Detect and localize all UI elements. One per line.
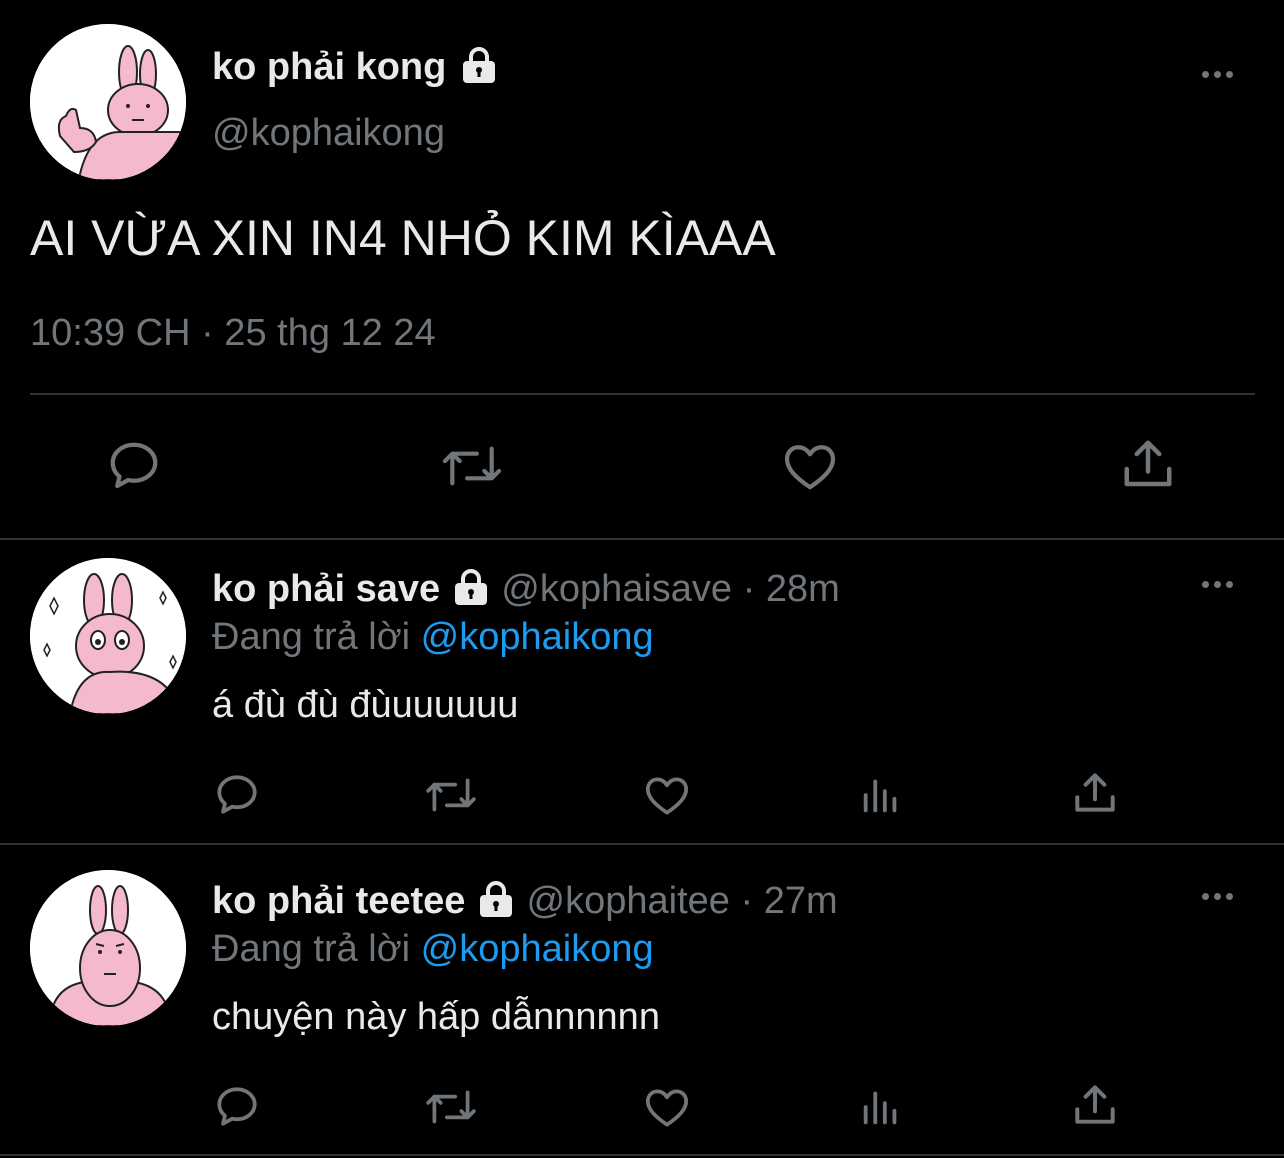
mention-link[interactable]: @kophaikong bbox=[421, 616, 654, 658]
tweet-timestamp[interactable]: 10:39 CH · 25 thg 12 24 bbox=[30, 310, 436, 356]
analytics-icon[interactable] bbox=[858, 772, 904, 818]
divider bbox=[0, 843, 1284, 845]
user-handle[interactable]: @kophaisave bbox=[501, 568, 732, 610]
avatar[interactable] bbox=[30, 24, 186, 180]
bunny-thumbs-up-avatar bbox=[30, 24, 186, 180]
reply-header: ko phải teetee @kophaitee · 27m bbox=[212, 878, 838, 924]
divider bbox=[30, 393, 1255, 395]
lock-icon bbox=[462, 47, 495, 83]
tweet-text: chuyện này hấp dẫnnnnnn bbox=[212, 996, 660, 1038]
share-icon[interactable] bbox=[1070, 768, 1120, 818]
tweet-time[interactable]: · 27m bbox=[741, 880, 838, 922]
display-name[interactable]: ko phải teetee bbox=[212, 880, 465, 922]
replying-to-label: Đang trả lời bbox=[212, 616, 411, 658]
share-icon[interactable] bbox=[1070, 1080, 1120, 1130]
tweet-text: AI VỪA XIN IN4 NHỎ KIM KÌAAA bbox=[30, 210, 776, 266]
replying-to-label: Đang trả lời bbox=[212, 928, 411, 970]
lock-icon bbox=[454, 569, 487, 605]
share-icon[interactable] bbox=[1118, 434, 1178, 494]
like-icon[interactable] bbox=[780, 436, 840, 496]
divider bbox=[0, 1154, 1284, 1156]
more-options-icon[interactable] bbox=[1202, 581, 1233, 588]
reply-icon[interactable] bbox=[104, 436, 164, 496]
bunny-sparkle-avatar bbox=[30, 558, 186, 714]
tweet-time[interactable]: · 28m bbox=[743, 568, 840, 610]
reply-icon[interactable] bbox=[212, 1082, 262, 1132]
tweet-text: á đù đù đùuuuuuu bbox=[212, 684, 519, 726]
like-icon[interactable] bbox=[642, 1082, 692, 1132]
avatar[interactable] bbox=[30, 558, 186, 714]
user-handle[interactable]: @kophaikong bbox=[212, 110, 445, 156]
more-options-icon[interactable] bbox=[1202, 71, 1233, 78]
divider bbox=[0, 538, 1284, 540]
display-name[interactable]: ko phải save bbox=[212, 568, 440, 610]
retweet-icon[interactable] bbox=[424, 1082, 478, 1132]
display-name[interactable]: ko phải kong bbox=[212, 44, 499, 90]
lock-icon bbox=[479, 881, 512, 917]
analytics-icon[interactable] bbox=[858, 1084, 904, 1130]
avatar[interactable] bbox=[30, 870, 186, 1026]
like-icon[interactable] bbox=[642, 770, 692, 820]
retweet-icon[interactable] bbox=[440, 436, 504, 496]
mention-link[interactable]: @kophaikong bbox=[421, 928, 654, 970]
user-handle[interactable]: @kophaitee bbox=[527, 880, 730, 922]
bunny-sweat-avatar bbox=[30, 870, 186, 1026]
replying-to-line: Đang trả lời @kophaikong bbox=[212, 614, 654, 660]
reply-icon[interactable] bbox=[212, 770, 262, 820]
reply-header: ko phải save @kophaisave · 28m bbox=[212, 566, 840, 612]
more-options-icon[interactable] bbox=[1202, 893, 1233, 900]
retweet-icon[interactable] bbox=[424, 770, 478, 820]
replying-to-line: Đang trả lời @kophaikong bbox=[212, 926, 654, 972]
